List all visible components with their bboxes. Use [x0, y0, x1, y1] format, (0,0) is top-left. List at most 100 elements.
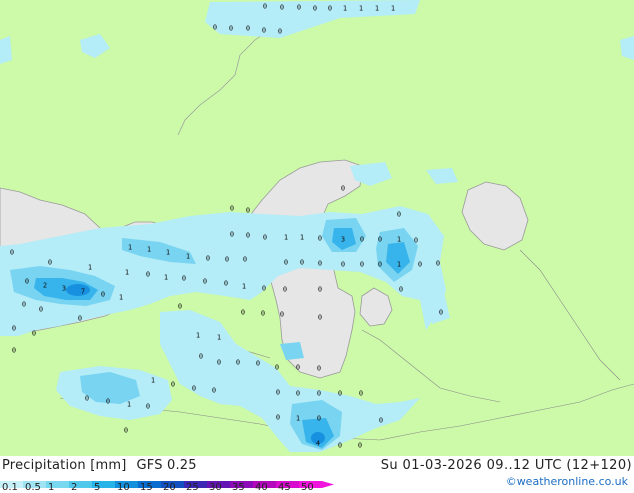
aral-sea — [461, 181, 529, 251]
precip-value: 1 — [397, 261, 401, 269]
precip-value: 0 — [262, 27, 266, 35]
precip-value: 0 — [418, 261, 422, 269]
legend-label: 5 — [94, 482, 101, 493]
precip-value: 0 — [229, 25, 233, 33]
precip-value: 0 — [203, 278, 207, 286]
precip-value: 2 — [43, 282, 47, 290]
precip-value: 1 — [196, 332, 200, 340]
precip-value: 0 — [358, 442, 362, 450]
precip-value: 0 — [263, 234, 267, 242]
kara-bogaz-gol — [359, 287, 393, 327]
precip-value: 0 — [12, 325, 16, 333]
precip-value: 0 — [12, 347, 16, 355]
map-canvas: 0 0 0 0 0 1 1 1 1 0 0 0 0 0 0 0 0 0 0 0 0 1 1 0 3 0 0 1 0 0 1 1 1 1 0 0 0 0 0 0… — [0, 0, 634, 452]
model-name: GFS 0.25 — [136, 458, 197, 473]
precip-value: 0 — [328, 5, 332, 13]
credit-link[interactable]: ©weatheronline.co.uk — [506, 475, 628, 488]
precip-value: 0 — [192, 385, 196, 393]
precip-value: 0 — [414, 237, 418, 245]
precip-value: 0 — [199, 353, 203, 361]
title-text: Precipitation [mm] — [2, 458, 127, 473]
precip-value: 0 — [217, 359, 221, 367]
precip-value: 1 — [151, 377, 155, 385]
precip-value: 1 — [359, 5, 363, 13]
precip-value: 0 — [275, 364, 279, 372]
precip-value: 1 — [296, 415, 300, 423]
precip-value: 0 — [278, 28, 282, 36]
precip-value: 0 — [276, 389, 280, 397]
legend-label: 35 — [232, 482, 245, 493]
precip-value: 0 — [225, 256, 229, 264]
precip-value: 0 — [243, 256, 247, 264]
precip-value: 0 — [101, 291, 105, 299]
precip-value: 1 — [300, 234, 304, 242]
precip-value: 0 — [78, 315, 82, 323]
precip-value: 0 — [256, 360, 260, 368]
legend-label: 40 — [255, 482, 268, 493]
precip-value: 0 — [106, 398, 110, 406]
precip-value: 0 — [48, 259, 52, 267]
precip-value: 1 — [397, 236, 401, 244]
precip-value: 0 — [360, 261, 364, 269]
precip-value: 1 — [391, 5, 395, 13]
legend-arrow — [322, 481, 334, 488]
precip-value: 3 — [62, 285, 66, 293]
precip-value: 0 — [246, 207, 250, 215]
precip-value: 1 — [166, 249, 170, 257]
precip-value: 0 — [230, 231, 234, 239]
precip-value: 0 — [213, 24, 217, 32]
precip-value: 0 — [262, 285, 266, 293]
precip-value: 0 — [297, 4, 301, 12]
precipitation-map: 0 0 0 0 0 1 1 1 1 0 0 0 0 0 0 0 0 0 0 0 0 1 1 0 3 0 0 1 0 0 1 1 1 1 0 0 0 0 0 0… — [0, 0, 634, 456]
map-footer: Precipitation [mm] GFS 0.25 Su 01-03-2026… — [0, 456, 634, 493]
precip-value: 0 — [378, 261, 382, 269]
precip-value: 0 — [318, 286, 322, 294]
precip-value: 0 — [399, 286, 403, 294]
precip-value: 1 — [125, 269, 129, 277]
precip-value: 0 — [236, 359, 240, 367]
precip-value: 0 — [230, 205, 234, 213]
precip-value: 0 — [318, 260, 322, 268]
precip-value: 1 — [242, 283, 246, 291]
precip-value: 0 — [241, 309, 245, 317]
precip-value: 0 — [263, 3, 267, 11]
legend-label: 10 — [117, 482, 130, 493]
precip-value: 1 — [375, 5, 379, 13]
precip-value: 0 — [317, 415, 321, 423]
precip-value: 0 — [10, 249, 14, 257]
precip-value: 0 — [360, 236, 364, 244]
precip-value: 1 — [343, 5, 347, 13]
precip-value: 0 — [338, 442, 342, 450]
precip-value: 0 — [318, 235, 322, 243]
precip-value: 0 — [300, 259, 304, 267]
precip-value: 0 — [338, 390, 342, 398]
precip-value: 1 — [119, 294, 123, 302]
precip-value: 1 — [217, 334, 221, 342]
precip-value: 0 — [246, 232, 250, 240]
border-line-3 — [361, 329, 501, 403]
legend-label: 45 — [278, 482, 291, 493]
precip-value: 3 — [341, 236, 345, 244]
legend-label: 2 — [71, 482, 78, 493]
legend-label: 25 — [186, 482, 199, 493]
precip-value: 1 — [88, 264, 92, 272]
precip-value: 1 — [186, 253, 190, 261]
precip-value: 0 — [317, 390, 321, 398]
precip-value: 0 — [212, 387, 216, 395]
precip-value: 1 — [127, 401, 131, 409]
precip-value: 0 — [341, 185, 345, 193]
precip-value: 0 — [178, 303, 182, 311]
precip-value: 0 — [206, 255, 210, 263]
precip-value: 0 — [146, 403, 150, 411]
precip-value: 0 — [318, 314, 322, 322]
precip-value: 0 — [261, 310, 265, 318]
map-title: Precipitation [mm] GFS 0.25 — [2, 458, 197, 473]
precip-value: 0 — [246, 25, 250, 33]
precip-value: 0 — [359, 390, 363, 398]
border-line-4 — [519, 249, 621, 381]
legend-label: 1 — [48, 482, 55, 493]
precip-value: 1 — [164, 274, 168, 282]
precip-value: 0 — [379, 417, 383, 425]
precip-value: 0 — [25, 278, 29, 286]
precip-value: 0 — [22, 301, 26, 309]
